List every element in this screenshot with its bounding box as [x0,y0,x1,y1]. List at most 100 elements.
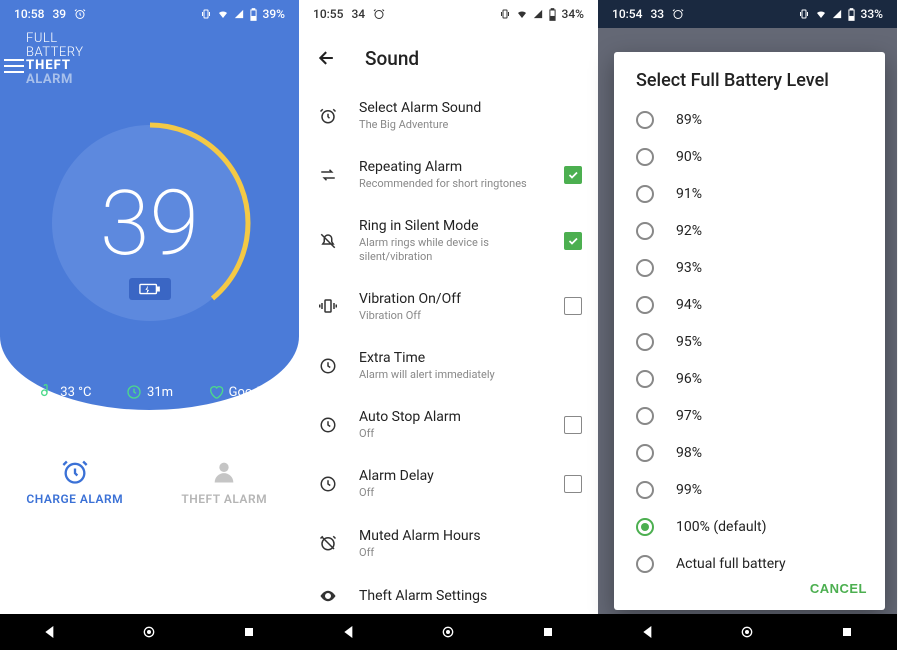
radio-option[interactable]: 92% [614,212,885,249]
clock-icon [317,475,339,493]
nav-home-icon[interactable] [440,624,456,640]
checkbox-icon[interactable] [564,232,582,250]
radio-icon [636,333,654,351]
silent-icon [317,232,339,250]
logo-line4: ALARM [26,72,73,87]
dialog-actions: CANCEL [614,573,885,600]
radio-option[interactable]: 95% [614,323,885,360]
android-nav [299,614,598,650]
setting-row[interactable]: Select Alarm SoundThe Big Adventure [299,86,598,145]
menu-button[interactable] [4,55,24,77]
radio-icon [636,222,654,240]
radio-label: 91% [676,186,702,202]
status-extra: 39 [52,7,66,21]
radio-label: 92% [676,223,702,239]
setting-subtitle: Vibration Off [359,309,544,322]
radio-label: 89% [676,112,702,128]
radio-icon [636,148,654,166]
radio-icon [636,185,654,203]
battery-status-icon [847,8,856,21]
vibrate-icon [317,297,339,315]
radio-icon [636,518,654,536]
setting-title: Vibration On/Off [359,291,544,307]
nav-back-icon[interactable] [640,624,656,640]
status-time: 10:55 [313,7,343,21]
nav-recent-icon[interactable] [839,624,855,640]
status-bar: 10:54 33 33% [598,0,897,28]
status-extra: 33 [650,7,664,21]
setting-row[interactable]: Theft Alarm Settings [299,573,598,614]
android-nav [0,614,299,650]
clock-icon [317,357,339,375]
radio-option[interactable]: 97% [614,397,885,434]
timer-icon [126,384,142,400]
android-nav [598,614,897,650]
radio-option[interactable]: 90% [614,138,885,175]
tab-charge-label: CHARGE ALARM [26,492,123,506]
setting-row[interactable]: Alarm DelayOff [299,454,598,513]
stats-row: 33 °C 31m Good [0,384,299,400]
tab-theft-alarm[interactable]: THEFT ALARM [150,458,300,614]
setting-body: Auto Stop AlarmOff [359,409,544,440]
clock-icon [317,416,339,434]
wifi-icon [815,8,827,20]
cancel-button[interactable]: CANCEL [810,581,867,596]
status-bar: 10:55 34 34% [299,0,598,28]
panel-battery-level-dialog: 10:54 33 33% Select Full Battery Level 8… [598,0,897,650]
radio-icon [636,555,654,573]
setting-row[interactable]: Extra TimeAlarm will alert immediately [299,336,598,395]
radio-icon [636,296,654,314]
tab-theft-label: THEFT ALARM [181,492,267,506]
checkbox-icon[interactable] [564,416,582,434]
battery-gauge: 39 [45,118,255,328]
radio-icon [636,444,654,462]
tabs: CHARGE ALARM THEFT ALARM [0,410,299,614]
radio-option[interactable]: 96% [614,360,885,397]
tab-charge-alarm[interactable]: CHARGE ALARM [0,458,150,614]
radio-label: 93% [676,260,702,276]
nav-home-icon[interactable] [141,624,157,640]
nav-back-icon[interactable] [341,624,357,640]
setting-subtitle: Alarm will alert immediately [359,368,582,381]
checkbox-icon[interactable] [564,166,582,184]
setting-title: Alarm Delay [359,468,544,484]
setting-row[interactable]: Ring in Silent ModeAlarm rings while dev… [299,204,598,276]
setting-subtitle: Off [359,427,544,440]
radio-label: Actual full battery [676,556,786,572]
checkbox-icon[interactable] [564,475,582,493]
radio-option[interactable]: 94% [614,286,885,323]
setting-row[interactable]: Vibration On/Off Vibration Off [299,277,598,336]
alarm-status-icon [74,8,86,20]
nav-recent-icon[interactable] [540,624,556,640]
alarm-status-icon [373,8,385,20]
nav-home-icon[interactable] [739,624,755,640]
setting-subtitle: The Big Adventure [359,118,582,131]
setting-body: Ring in Silent ModeAlarm rings while dev… [359,218,544,262]
stat-time: 31m [126,384,173,400]
radio-option[interactable]: 91% [614,175,885,212]
checkbox-icon[interactable] [564,297,582,315]
setting-row[interactable]: Repeating AlarmRecommended for short rin… [299,145,598,204]
nav-back-icon[interactable] [42,624,58,640]
setting-row[interactable]: Muted Alarm HoursOff [299,514,598,573]
radio-option[interactable]: 93% [614,249,885,286]
radio-option[interactable]: 100% (default) [614,508,885,545]
radio-option[interactable]: 99% [614,471,885,508]
vibrate-status-icon [798,8,810,20]
status-battery: 33% [861,7,883,21]
setting-body: Repeating AlarmRecommended for short rin… [359,159,544,190]
back-arrow-icon[interactable] [317,48,337,68]
charging-icon [129,278,171,300]
radio-option[interactable]: 98% [614,434,885,471]
radio-list: 89% 90% 91% 92% 93% 94%95%96% 97% 98%99%100% (d… [614,101,885,573]
repeat-icon [317,166,339,184]
panel-sound-settings: 10:55 34 34% Sound Select Alarm SoundThe… [299,0,598,650]
radio-icon [636,259,654,277]
radio-option[interactable]: 89% [614,101,885,138]
radio-label: 97% [676,408,702,424]
setting-body: Extra TimeAlarm will alert immediately [359,350,582,381]
setting-row[interactable]: Auto Stop AlarmOff [299,395,598,454]
nav-recent-icon[interactable] [241,624,257,640]
radio-option[interactable]: Actual full battery [614,545,885,573]
vibrate-status-icon [200,8,212,20]
